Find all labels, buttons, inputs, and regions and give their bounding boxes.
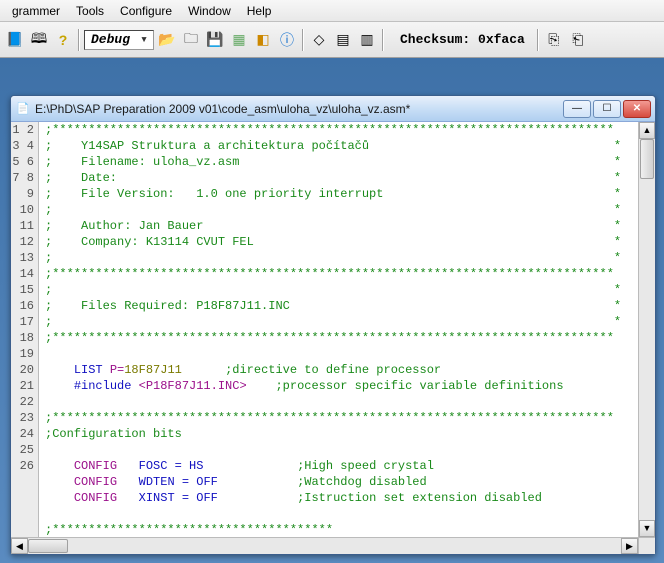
editor-body: 1 2 3 4 5 6 7 8 9 10 11 12 13 14 15 16 1… <box>11 122 655 537</box>
scroll-down-arrow[interactable]: ▼ <box>639 520 655 537</box>
scroll-up-arrow[interactable]: ▲ <box>639 122 655 139</box>
tool-b-icon[interactable]: ▤ <box>332 29 354 51</box>
close-button[interactable]: ✕ <box>623 100 651 118</box>
toolbar-separator <box>76 26 82 54</box>
folder-icon[interactable]: 🗀 <box>180 29 202 51</box>
toolbar-separator-4 <box>535 26 541 54</box>
tool-e-icon[interactable]: ⎗ <box>567 29 589 51</box>
tool-d-icon[interactable]: ⎘ <box>543 29 565 51</box>
hscroll-thumb[interactable] <box>28 539 68 553</box>
tool-c-icon[interactable]: ▥ <box>356 29 378 51</box>
scroll-corner <box>638 538 655 554</box>
build-config-combo[interactable]: Debug ▾ <box>84 30 154 50</box>
horizontal-scrollbar[interactable]: ◀ ▶ <box>11 537 655 554</box>
save-icon[interactable]: 💾 <box>204 29 226 51</box>
checksum-display: Checksum: 0xfaca <box>392 32 533 47</box>
window-controls: — ☐ ✕ <box>563 100 651 118</box>
editor-titlebar[interactable]: 📄 E:\PhD\SAP Preparation 2009 v01\code_a… <box>11 96 655 122</box>
minimize-button[interactable]: — <box>563 100 591 118</box>
scroll-left-arrow[interactable]: ◀ <box>11 538 28 554</box>
menu-item-grammer[interactable]: grammer <box>4 2 68 20</box>
file-icon: 📄 <box>15 101 31 117</box>
main-menubar: grammer Tools Configure Window Help <box>0 0 664 22</box>
editor-title: E:\PhD\SAP Preparation 2009 v01\code_asm… <box>35 102 563 116</box>
maximize-button[interactable]: ☐ <box>593 100 621 118</box>
vscroll-thumb[interactable] <box>640 139 654 179</box>
menu-item-help[interactable]: Help <box>239 2 280 20</box>
toolbar-separator-3 <box>380 26 386 54</box>
toolbar-btn-2[interactable]: 🕮 <box>28 29 50 51</box>
chevron-down-icon: ▾ <box>137 32 151 47</box>
open-icon[interactable]: 📂 <box>156 29 178 51</box>
package-icon[interactable]: ◧ <box>252 29 274 51</box>
menu-item-window[interactable]: Window <box>180 2 239 20</box>
code-content[interactable]: ;***************************************… <box>39 122 638 537</box>
combo-value: Debug <box>91 32 130 47</box>
toolbar-separator-2 <box>300 26 306 54</box>
help-icon[interactable]: ? <box>52 29 74 51</box>
line-number-gutter: 1 2 3 4 5 6 7 8 9 10 11 12 13 14 15 16 1… <box>11 122 39 537</box>
hscroll-track[interactable] <box>28 538 621 554</box>
menu-item-configure[interactable]: Configure <box>112 2 180 20</box>
code-area[interactable]: ;***************************************… <box>39 122 638 537</box>
toolbar-btn-1[interactable]: 📘 <box>4 29 26 51</box>
info-icon[interactable]: ⓘ <box>276 29 298 51</box>
vscroll-track[interactable] <box>639 139 655 520</box>
menu-item-tools[interactable]: Tools <box>68 2 112 20</box>
checksum-label: Checksum: <box>400 32 470 47</box>
editor-window: 📄 E:\PhD\SAP Preparation 2009 v01\code_a… <box>10 95 656 555</box>
chip-icon[interactable]: ▦ <box>228 29 250 51</box>
scroll-right-arrow[interactable]: ▶ <box>621 538 638 554</box>
main-toolbar: 📘 🕮 ? Debug ▾ 📂 🗀 💾 ▦ ◧ ⓘ ◇ ▤ ▥ Checksum… <box>0 22 664 58</box>
checksum-value: 0xfaca <box>478 32 525 47</box>
tool-a-icon[interactable]: ◇ <box>308 29 330 51</box>
vertical-scrollbar[interactable]: ▲ ▼ <box>638 122 655 537</box>
